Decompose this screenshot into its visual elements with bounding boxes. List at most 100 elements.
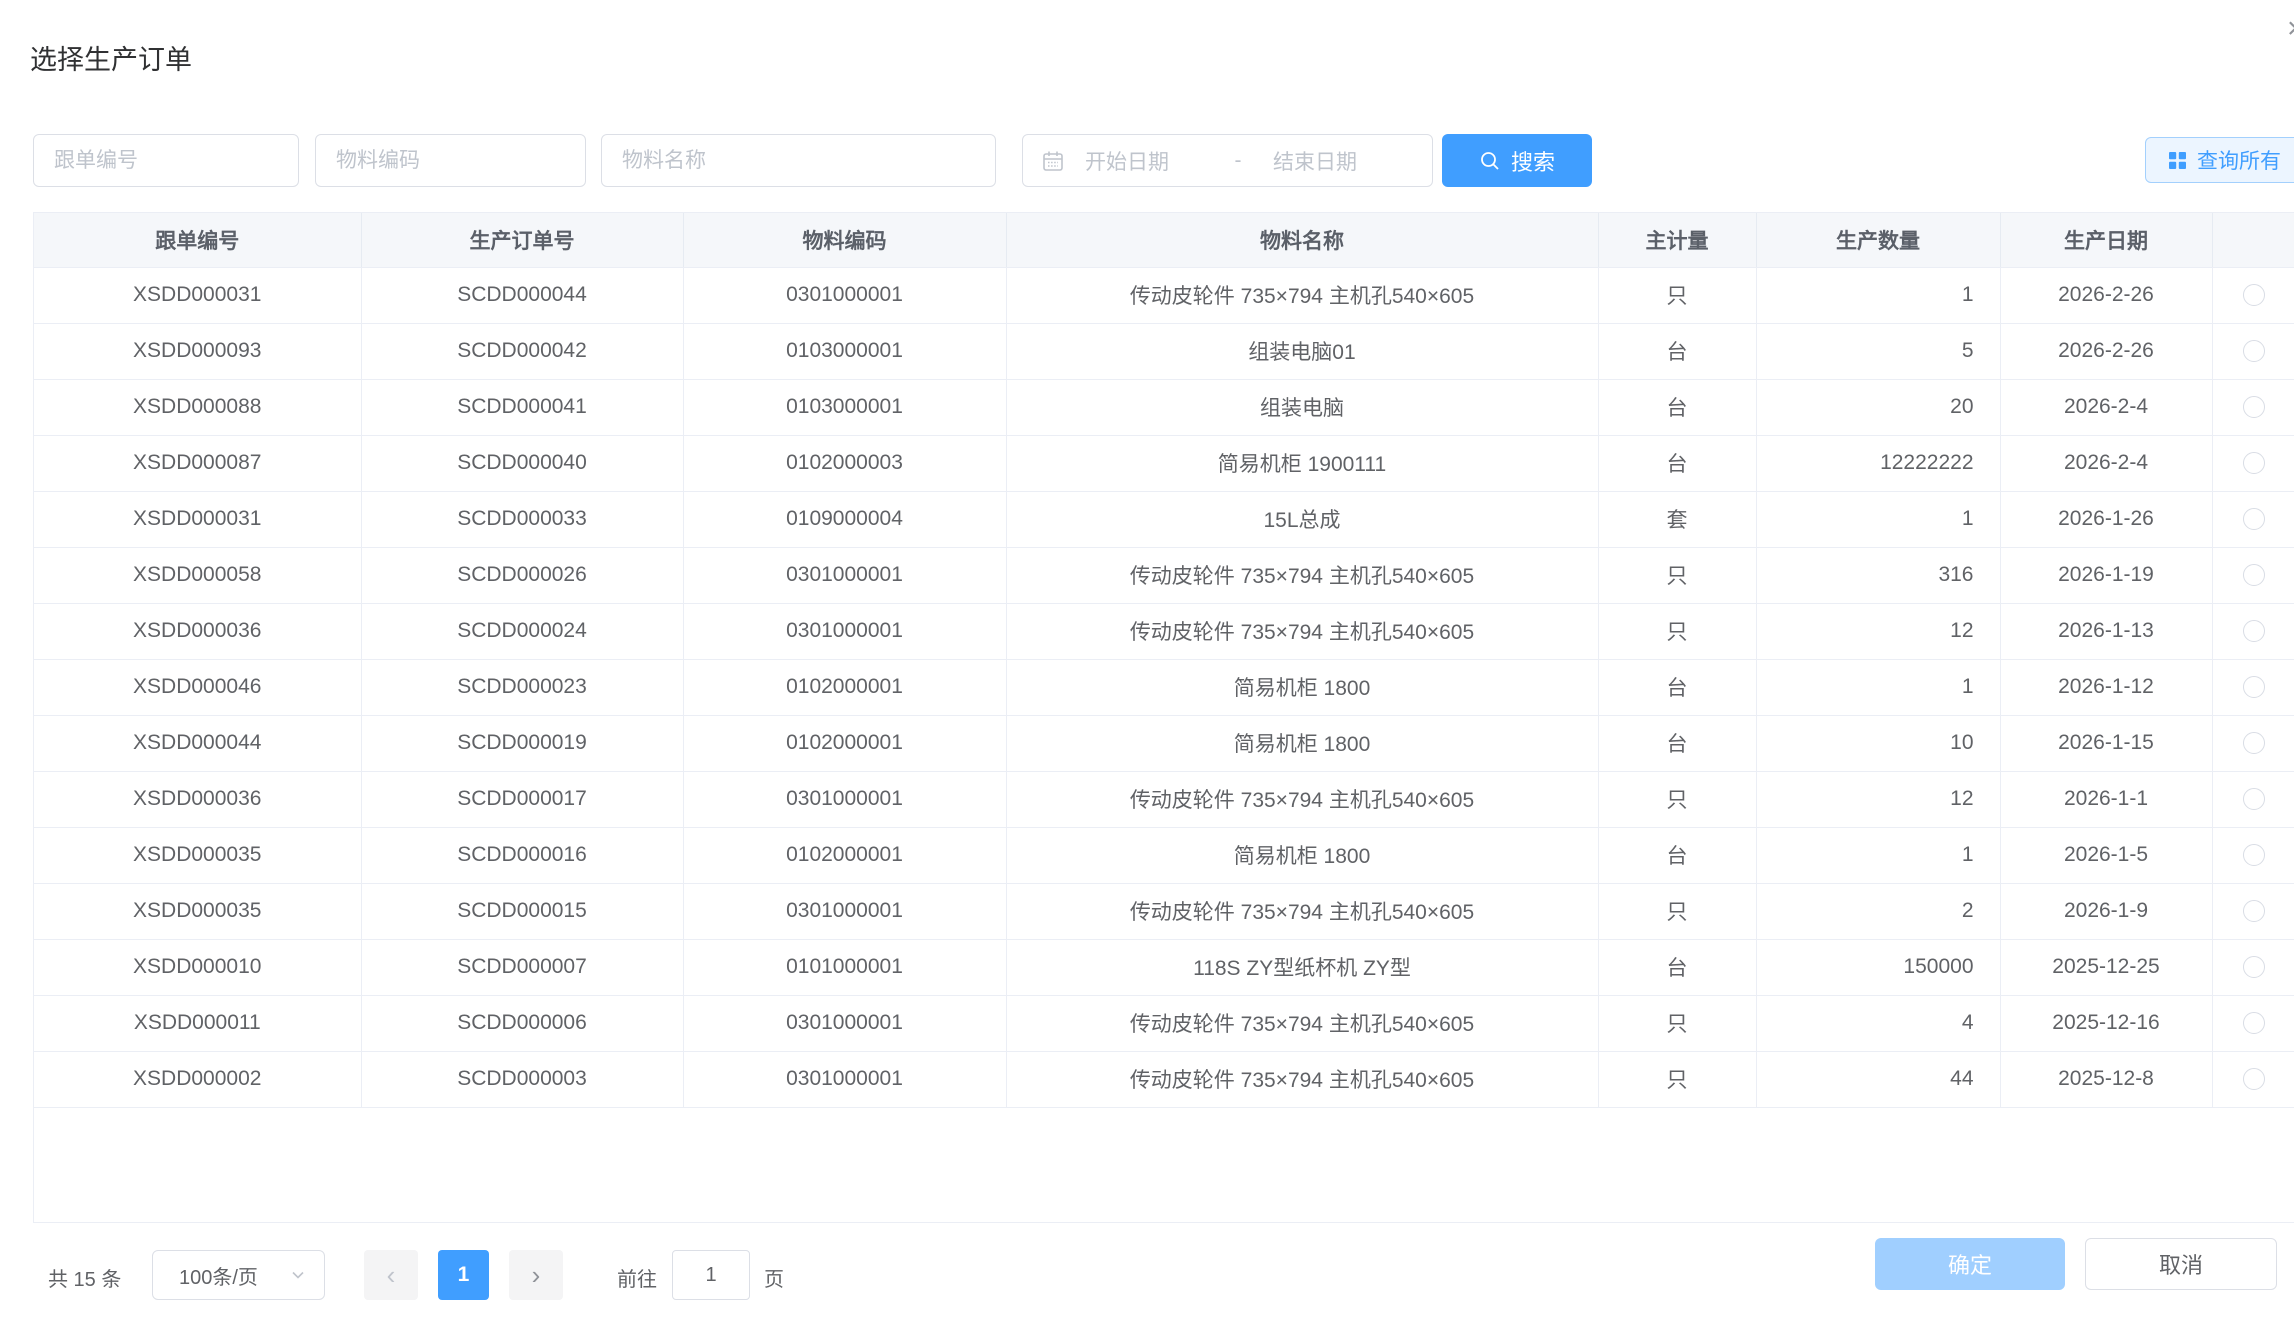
cell-track-no: XSDD000058 [34, 547, 361, 603]
cell-date: 2026-1-19 [2000, 547, 2212, 603]
cell-material-code: 0301000001 [683, 883, 1006, 939]
table-row[interactable]: XSDD000031 SCDD000044 0301000001 传动皮轮件 7… [34, 267, 2294, 323]
cell-material-name: 传动皮轮件 735×794 主机孔540×605 [1006, 267, 1598, 323]
cell-select [2212, 491, 2294, 547]
cell-select [2212, 1051, 2294, 1107]
cell-track-no: XSDD000044 [34, 715, 361, 771]
row-radio-button[interactable] [2243, 1068, 2265, 1090]
row-radio-button[interactable] [2243, 564, 2265, 586]
cell-track-no: XSDD000036 [34, 603, 361, 659]
cell-qty: 4 [1756, 995, 2000, 1051]
cell-order-no: SCDD000015 [361, 883, 683, 939]
cell-order-no: SCDD000041 [361, 379, 683, 435]
row-radio-button[interactable] [2243, 452, 2265, 474]
cell-qty: 1 [1756, 659, 2000, 715]
cell-select [2212, 547, 2294, 603]
table-row[interactable]: XSDD000093 SCDD000042 0103000001 组装电脑01 … [34, 323, 2294, 379]
cell-unit: 只 [1598, 603, 1756, 659]
table-row[interactable]: XSDD000036 SCDD000017 0301000001 传动皮轮件 7… [34, 771, 2294, 827]
material-name-input[interactable] [601, 134, 996, 187]
row-radio-button[interactable] [2243, 956, 2265, 978]
material-code-input[interactable] [315, 134, 586, 187]
page-size-select[interactable]: 100条/页 [152, 1250, 325, 1300]
cell-material-name: 组装电脑 [1006, 379, 1598, 435]
row-radio-button[interactable] [2243, 340, 2265, 362]
row-radio-button[interactable] [2243, 676, 2265, 698]
row-radio-button[interactable] [2243, 900, 2265, 922]
cell-unit: 只 [1598, 771, 1756, 827]
cell-material-code: 0301000001 [683, 547, 1006, 603]
row-radio-button[interactable] [2243, 620, 2265, 642]
col-header-select [2212, 213, 2294, 267]
cell-track-no: XSDD000088 [34, 379, 361, 435]
cell-qty: 12 [1756, 771, 2000, 827]
track-no-input[interactable] [33, 134, 299, 187]
cell-unit: 台 [1598, 827, 1756, 883]
row-radio-button[interactable] [2243, 396, 2265, 418]
cell-material-code: 0102000001 [683, 659, 1006, 715]
cell-qty: 1 [1756, 827, 2000, 883]
table-row[interactable]: XSDD000035 SCDD000016 0102000001 简易机柜 18… [34, 827, 2294, 883]
cell-order-no: SCDD000023 [361, 659, 683, 715]
row-radio-button[interactable] [2243, 788, 2265, 810]
cell-select [2212, 995, 2294, 1051]
table-body: XSDD000031 SCDD000044 0301000001 传动皮轮件 7… [34, 267, 2294, 1107]
cell-material-name: 传动皮轮件 735×794 主机孔540×605 [1006, 995, 1598, 1051]
table-row[interactable]: XSDD000087 SCDD000040 0102000003 简易机柜 19… [34, 435, 2294, 491]
row-radio-button[interactable] [2243, 284, 2265, 306]
cell-order-no: SCDD000042 [361, 323, 683, 379]
row-radio-button[interactable] [2243, 732, 2265, 754]
cell-unit: 只 [1598, 267, 1756, 323]
prev-page-button[interactable]: ‹ [364, 1250, 418, 1300]
row-radio-button[interactable] [2243, 508, 2265, 530]
table-row[interactable]: XSDD000010 SCDD000007 0101000001 118S ZY… [34, 939, 2294, 995]
table-row[interactable]: XSDD000011 SCDD000006 0301000001 传动皮轮件 7… [34, 995, 2294, 1051]
cell-order-no: SCDD000033 [361, 491, 683, 547]
col-header-material-name: 物料名称 [1006, 213, 1598, 267]
cell-qty: 12 [1756, 603, 2000, 659]
date-range-picker[interactable]: 开始日期 - 结束日期 [1022, 134, 1433, 187]
current-page-button[interactable]: 1 [438, 1250, 489, 1300]
table-row[interactable]: XSDD000035 SCDD000015 0301000001 传动皮轮件 7… [34, 883, 2294, 939]
query-all-button[interactable]: 查询所有 [2145, 137, 2294, 183]
table-header-row: 跟单编号 生产订单号 物料编码 物料名称 主计量 生产数量 生产日期 [34, 213, 2294, 267]
cell-material-name: 传动皮轮件 735×794 主机孔540×605 [1006, 771, 1598, 827]
row-radio-button[interactable] [2243, 844, 2265, 866]
cell-track-no: XSDD000035 [34, 827, 361, 883]
cell-date: 2026-1-9 [2000, 883, 2212, 939]
cell-track-no: XSDD000046 [34, 659, 361, 715]
search-button[interactable]: 搜索 [1442, 134, 1592, 187]
cell-qty: 150000 [1756, 939, 2000, 995]
cell-material-code: 0101000001 [683, 939, 1006, 995]
table-row[interactable]: XSDD000046 SCDD000023 0102000001 简易机柜 18… [34, 659, 2294, 715]
cell-material-name: 传动皮轮件 735×794 主机孔540×605 [1006, 1051, 1598, 1107]
cell-track-no: XSDD000031 [34, 267, 361, 323]
grid-icon [2168, 151, 2187, 170]
confirm-button[interactable]: 确定 [1875, 1238, 2065, 1290]
table-row[interactable]: XSDD000058 SCDD000026 0301000001 传动皮轮件 7… [34, 547, 2294, 603]
cell-track-no: XSDD000031 [34, 491, 361, 547]
cell-material-name: 传动皮轮件 735×794 主机孔540×605 [1006, 883, 1598, 939]
cell-material-code: 0109000004 [683, 491, 1006, 547]
table-row[interactable]: XSDD000031 SCDD000033 0109000004 15L总成 套… [34, 491, 2294, 547]
cell-order-no: SCDD000019 [361, 715, 683, 771]
cancel-button[interactable]: 取消 [2085, 1238, 2277, 1290]
cell-unit: 只 [1598, 995, 1756, 1051]
table-row[interactable]: XSDD000088 SCDD000041 0103000001 组装电脑 台 … [34, 379, 2294, 435]
cell-track-no: XSDD000011 [34, 995, 361, 1051]
table-row[interactable]: XSDD000044 SCDD000019 0102000001 简易机柜 18… [34, 715, 2294, 771]
cell-material-name: 简易机柜 1800 [1006, 827, 1598, 883]
cell-select [2212, 435, 2294, 491]
cell-unit: 台 [1598, 379, 1756, 435]
pagination-total: 共 15 条 [48, 1263, 121, 1292]
close-icon[interactable]: × [2287, 14, 2294, 44]
production-order-table: 跟单编号 生产订单号 物料编码 物料名称 主计量 生产数量 生产日期 XSDD0… [33, 212, 2294, 1223]
goto-page-input[interactable] [672, 1250, 750, 1300]
cell-unit: 台 [1598, 435, 1756, 491]
table-row[interactable]: XSDD000002 SCDD000003 0301000001 传动皮轮件 7… [34, 1051, 2294, 1107]
table-row[interactable]: XSDD000036 SCDD000024 0301000001 传动皮轮件 7… [34, 603, 2294, 659]
cell-track-no: XSDD000002 [34, 1051, 361, 1107]
cell-order-no: SCDD000026 [361, 547, 683, 603]
row-radio-button[interactable] [2243, 1012, 2265, 1034]
next-page-button[interactable]: › [509, 1250, 563, 1300]
